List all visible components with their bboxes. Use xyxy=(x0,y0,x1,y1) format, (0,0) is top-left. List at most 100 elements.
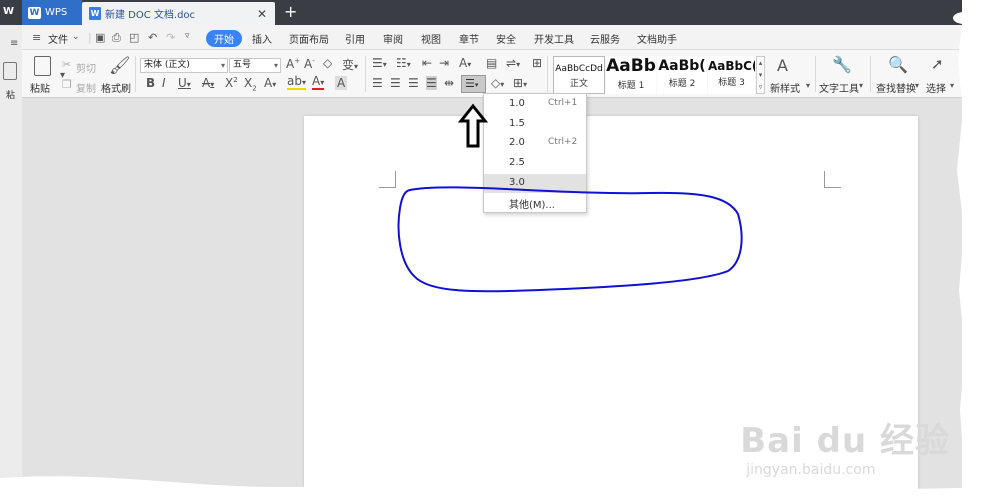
format-painter-button[interactable]: 格式刷 xyxy=(101,80,131,95)
tab-page-layout[interactable]: 页面布局 xyxy=(289,31,329,46)
tab-document-label: 新建 DOC 文档.doc xyxy=(105,10,196,21)
line-spacing-option-3-0[interactable]: 3.0 xyxy=(484,174,586,193)
tab-wps-label: WPS xyxy=(45,7,68,18)
line-spacing-option-2-5[interactable]: 2.5 xyxy=(484,154,586,173)
text-direction-icon[interactable]: A▾ xyxy=(459,56,471,70)
font-name-select[interactable]: 宋体 (正文) ▾ xyxy=(140,58,228,73)
chevron-down-icon[interactable]: ⌄ xyxy=(72,32,80,42)
align-center-icon[interactable]: ☰ xyxy=(390,76,401,90)
font-size-select[interactable]: 五号 ▾ xyxy=(229,58,281,73)
styles-scroll[interactable]: ▴ ▾ ▿ xyxy=(756,56,765,94)
justify-icon[interactable]: ☰ xyxy=(426,76,437,90)
bold-icon[interactable]: B xyxy=(146,76,155,90)
text-tools-button[interactable]: 文字工具 xyxy=(819,80,859,95)
chevron-down-icon[interactable]: ▾ xyxy=(950,81,954,90)
tab-document[interactable]: W 新建 DOC 文档.doc ✕ xyxy=(82,2,275,25)
ribbon-toolbar: 粘贴 ▾ ✂ 剪切 ❐ 复制 🖌 格式刷 宋体 (正文) ▾ 五号 ▾ A+ A… xyxy=(22,50,962,98)
chevron-down-icon[interactable]: ▾ xyxy=(806,81,810,90)
menu-icon: ≡ xyxy=(10,38,19,49)
subscript-icon[interactable]: X2 xyxy=(244,76,257,92)
line-spacing-option-1-5[interactable]: 1.5 xyxy=(484,115,586,134)
save-icon[interactable]: ▣ xyxy=(95,31,105,44)
pinyin-icon[interactable]: 变▾ xyxy=(342,56,358,73)
margin-corner xyxy=(379,171,396,188)
line-spacing-option-2-0[interactable]: 2.0 Ctrl+2 xyxy=(484,134,586,153)
option-shortcut: Ctrl+2 xyxy=(548,137,578,147)
divider xyxy=(547,56,548,92)
chevron-down-icon[interactable]: ▾ xyxy=(915,81,919,90)
redo-icon[interactable]: ↷ xyxy=(166,31,175,44)
line-spacing-option-1-0[interactable]: 1.0 Ctrl+1 xyxy=(484,95,586,114)
line-spacing-button[interactable]: ☰▾ xyxy=(461,75,486,93)
show-marks-icon[interactable]: ⇌▾ xyxy=(506,56,520,70)
hamburger-menu-icon[interactable]: ≡ xyxy=(32,31,41,44)
align-left-icon[interactable]: ☰ xyxy=(372,76,383,90)
torn-edge-right-ragged xyxy=(957,24,1000,502)
decrease-indent-icon[interactable]: ⇤ xyxy=(422,56,432,70)
copy-button[interactable]: 复制 xyxy=(76,80,96,95)
underline-icon[interactable]: U▾ xyxy=(178,76,191,90)
text-effect-icon[interactable]: A▾ xyxy=(264,76,276,90)
numbered-list-icon[interactable]: ☷▾ xyxy=(396,56,411,70)
paste-icon[interactable] xyxy=(34,56,51,76)
option-shortcut: Ctrl+1 xyxy=(548,98,578,108)
tab-assistant[interactable]: 文档助手 xyxy=(637,31,677,46)
style-heading-3[interactable]: AaBbC( 标题 3 xyxy=(708,56,755,94)
superscript-icon[interactable]: X2 xyxy=(225,76,238,90)
style-normal[interactable]: AaBbCcDd 正文 xyxy=(553,56,605,94)
distributed-icon[interactable]: ⇹ xyxy=(444,76,454,90)
tab-view[interactable]: 视图 xyxy=(421,31,441,46)
shading-icon[interactable]: ◇▾ xyxy=(491,76,504,90)
watermark-brand: Bai du 经验 xyxy=(740,421,950,461)
add-tab-icon[interactable]: + xyxy=(284,2,297,21)
menu-bar: ≡ 文件 ⌄ | ▣ ⎙ ◰ ↶ ↷ ▿ 开始 插入 页面布局 引用 审阅 视图… xyxy=(22,25,962,50)
undo-icon[interactable]: ↶ xyxy=(148,31,157,44)
decrease-font-icon[interactable]: A- xyxy=(304,57,315,71)
print-preview-icon[interactable]: ◰ xyxy=(129,31,139,44)
style-heading-2[interactable]: AaBb( 标题 2 xyxy=(657,56,707,94)
increase-font-icon[interactable]: A+ xyxy=(286,57,300,71)
bullet-list-icon[interactable]: ☰▾ xyxy=(372,56,387,70)
print-icon[interactable]: ⎙ xyxy=(112,31,121,45)
cut-button[interactable]: 剪切 xyxy=(76,60,96,75)
tab-cloud[interactable]: 云服务 xyxy=(590,31,620,46)
chevron-down-icon[interactable]: ▾ xyxy=(859,81,863,90)
borders-icon[interactable]: ⊞▾ xyxy=(513,76,527,90)
option-value: 3.0 xyxy=(509,177,525,188)
paste-button[interactable]: 粘贴 xyxy=(30,80,50,95)
find-replace-button[interactable]: 查找替换 xyxy=(876,80,916,95)
tab-section[interactable]: 章节 xyxy=(459,31,479,46)
strikethrough-icon[interactable]: A▾ xyxy=(202,76,214,90)
style-name: 正文 xyxy=(569,79,588,89)
style-heading-1[interactable]: AaBb 标题 1 xyxy=(606,56,656,94)
tab-insert[interactable]: 插入 xyxy=(252,31,272,46)
menu-file[interactable]: 文件 xyxy=(48,31,68,46)
tab-home[interactable]: 开始 xyxy=(206,30,242,47)
margin-corner xyxy=(824,171,841,188)
wps-logo-icon: W xyxy=(28,6,41,19)
increase-indent-icon[interactable]: ⇥ xyxy=(439,56,449,70)
italic-icon[interactable]: I xyxy=(162,76,166,90)
close-icon[interactable]: ✕ xyxy=(257,7,267,21)
sort-icon[interactable]: ⊞ xyxy=(532,56,542,70)
highlight-icon[interactable]: ab▾ xyxy=(287,75,306,90)
tab-security[interactable]: 安全 xyxy=(496,31,516,46)
option-value: 1.5 xyxy=(509,118,525,129)
align-right-icon[interactable]: ☰ xyxy=(408,76,419,90)
tab-review[interactable]: 审阅 xyxy=(383,31,403,46)
customize-toolbar-icon[interactable]: ▿ xyxy=(185,31,190,41)
tab-developer[interactable]: 开发工具 xyxy=(534,31,574,46)
line-spacing-other-option[interactable]: 其他(M)... xyxy=(484,193,586,212)
chevron-down-icon: ▾ xyxy=(220,61,225,70)
background-paste-label: 粘 xyxy=(6,91,16,101)
font-color-icon[interactable]: A▾ xyxy=(312,75,325,90)
style-name: 标题 1 xyxy=(617,81,645,91)
tab-references[interactable]: 引用 xyxy=(345,31,365,46)
tab-wps-home[interactable]: W WPS xyxy=(22,0,82,25)
select-button[interactable]: 选择 xyxy=(926,80,946,95)
chinese-layout-icon[interactable]: ▤ xyxy=(486,56,497,70)
clear-format-icon[interactable]: ◇ xyxy=(323,56,332,70)
style-sample: AaBbC( xyxy=(708,59,755,73)
new-style-button[interactable]: 新样式 xyxy=(770,80,800,95)
character-shading-icon[interactable]: A xyxy=(335,76,348,90)
